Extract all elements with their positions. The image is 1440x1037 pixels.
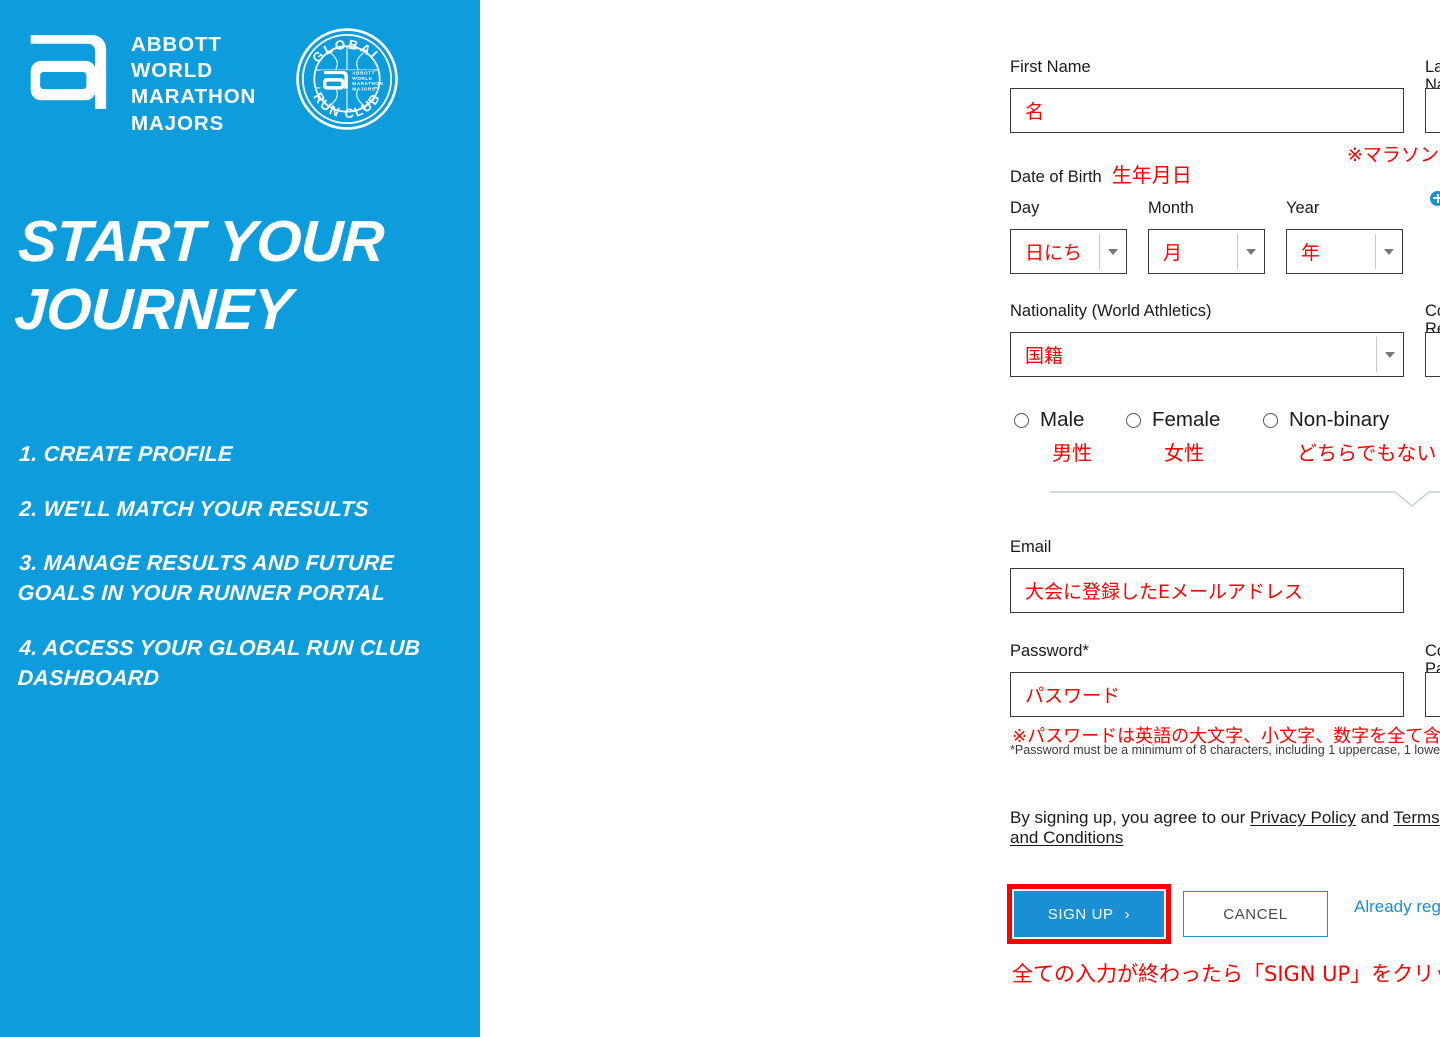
gender-nonbinary-label-jp: どちらでもない (1297, 441, 1437, 465)
name-annotation-note: ※マラソン大会に登録した名前を入力してください (1347, 144, 1440, 166)
radio-icon[interactable] (1263, 412, 1278, 428)
radio-icon[interactable] (1014, 412, 1029, 428)
terms-agreement-text: By signing up, you agree to our Privacy … (1010, 808, 1440, 848)
steps-list: 1. CREATE PROFILE 2. WE'LL MATCH YOUR RE… (17, 440, 450, 718)
badge-inner-line-3: MARATHON (353, 81, 384, 87)
gender-option-nonbinary[interactable]: Non-binary どちらでもない (1263, 408, 1436, 466)
month-select[interactable]: 月 (1148, 229, 1265, 274)
sign-up-button[interactable]: SIGN UP › (1014, 891, 1164, 937)
brand-lockup: ABBOTT WORLD MARATHON MAJORS ABBOTT WORL… (22, 24, 400, 137)
nationality-select[interactable]: 国籍 (1010, 332, 1404, 377)
step-item-2: 2. WE'LL MATCH YOUR RESULTS (18, 496, 370, 521)
page-title-line-1: START YOUR (16, 209, 386, 274)
step-item-1: 1. CREATE PROFILE (18, 442, 234, 466)
date-of-birth-label-jp: 生年月日 (1111, 163, 1192, 187)
day-select[interactable]: 日にち (1010, 229, 1127, 274)
chevron-down-icon (1246, 248, 1256, 255)
gender-nonbinary-label: Non-binary (1289, 408, 1390, 431)
brand-wordmark-line-3: MARATHON (131, 85, 257, 109)
date-of-birth-label: Date of Birth (1010, 168, 1102, 186)
brand-wordmark: ABBOTT WORLD MARATHON MAJORS (131, 32, 256, 137)
password-label: Password* (1010, 642, 1089, 660)
password-input[interactable]: パスワード (1010, 672, 1404, 717)
year-select-separator (1375, 234, 1376, 269)
first-name-input[interactable]: 名 (1010, 88, 1404, 133)
email-input[interactable]: 大会に登録したEメールアドレス (1010, 568, 1404, 613)
gender-radio-group: Male 男性 Female 女性 Non-binary どちらでもない (1014, 408, 1436, 466)
brand-wordmark-line-1: ABBOTT (131, 33, 222, 56)
badge-inner-line-1: ABBOTT (353, 71, 376, 77)
global-run-club-badge-icon: ABBOTT WORLD MARATHON MAJORS GLOBAL RUN … (296, 28, 399, 130)
chevron-down-icon (1385, 351, 1395, 358)
chevron-down-icon (1108, 248, 1118, 255)
sign-up-button-label: SIGN UP (1047, 905, 1114, 923)
page-title: START YOUR JOURNEY (13, 208, 470, 345)
nationality-label: Nationality (World Athletics) (1010, 302, 1212, 320)
month-label: Month (1148, 199, 1194, 217)
year-select[interactable]: 年 (1286, 229, 1403, 274)
month-select-value: 月 (1163, 242, 1183, 264)
sign-in-prompt: Already registered? Click here to SIGN I… (1354, 897, 1440, 917)
page-title-line-2: JOURNEY (12, 277, 294, 343)
month-select-separator (1237, 234, 1238, 269)
date-of-birth-heading: Date of Birth 生年月日 (1010, 159, 1192, 188)
section-divider (1050, 491, 1440, 507)
badge-inner-line-2: WORLD (353, 76, 373, 82)
brand-wordmark-line-4: MAJORS (131, 111, 225, 135)
add-previous-last-name-link[interactable]: Add previous last name (1430, 160, 1440, 236)
day-select-separator (1099, 234, 1100, 269)
radio-icon[interactable] (1126, 412, 1141, 428)
day-select-value: 日にち (1025, 242, 1083, 264)
last-name-input[interactable]: 姓 (1425, 88, 1440, 133)
gender-option-female[interactable]: Female 女性 (1126, 408, 1263, 466)
gender-female-label-jp: 女性 (1164, 441, 1204, 465)
chevron-right-icon: › (1124, 905, 1131, 923)
chevron-down-icon (1384, 248, 1394, 255)
gender-female-label: Female (1152, 408, 1221, 431)
abbott-logo-icon (30, 35, 107, 109)
password-requirements-hint: *Password must be a minimum of 8 charact… (1010, 743, 1440, 757)
year-label: Year (1286, 199, 1320, 217)
year-select-value: 年 (1301, 242, 1321, 264)
confirm-password-input[interactable]: パスワード再確認入力 (1425, 672, 1440, 717)
country-of-residence-select[interactable]: 住んでいる国 (1425, 332, 1440, 377)
nationality-select-value: 国籍 (1025, 345, 1064, 367)
email-label: Email (1010, 538, 1052, 556)
terms-prefix: By signing up, you agree to our (1010, 808, 1251, 827)
gender-male-label: Male (1040, 408, 1085, 431)
first-name-label: First Name (1010, 58, 1091, 76)
gender-male-label-jp: 男性 (1052, 441, 1092, 465)
bottom-instruction-note: 全ての入力が終わったら「SIGN UP」をクリックしてください (1012, 962, 1440, 986)
day-label: Day (1010, 199, 1040, 217)
signup-form: First Name 名 Last Name 姓 ※マラソン大会に登録した名前を… (480, 0, 1440, 1037)
plus-circle-icon (1430, 190, 1440, 206)
brand-sidebar: ABBOTT WORLD MARATHON MAJORS ABBOTT WORL… (0, 0, 480, 1037)
step-item-3: 3. MANAGE RESULTS AND FUTURE GOALS IN YO… (17, 551, 395, 605)
step-item-4: 4. ACCESS YOUR GLOBAL RUN CLUB DASHBOARD (17, 635, 421, 690)
nationality-select-separator (1376, 337, 1377, 372)
terms-conjunction: and (1355, 808, 1394, 827)
privacy-policy-link[interactable]: Privacy Policy (1250, 808, 1356, 827)
gender-option-male[interactable]: Male 男性 (1014, 408, 1126, 466)
brand-wordmark-line-2: WORLD (131, 59, 213, 83)
cancel-button[interactable]: CANCEL (1183, 891, 1328, 937)
sign-in-prompt-prefix: Already registered? Click here to (1354, 897, 1440, 916)
